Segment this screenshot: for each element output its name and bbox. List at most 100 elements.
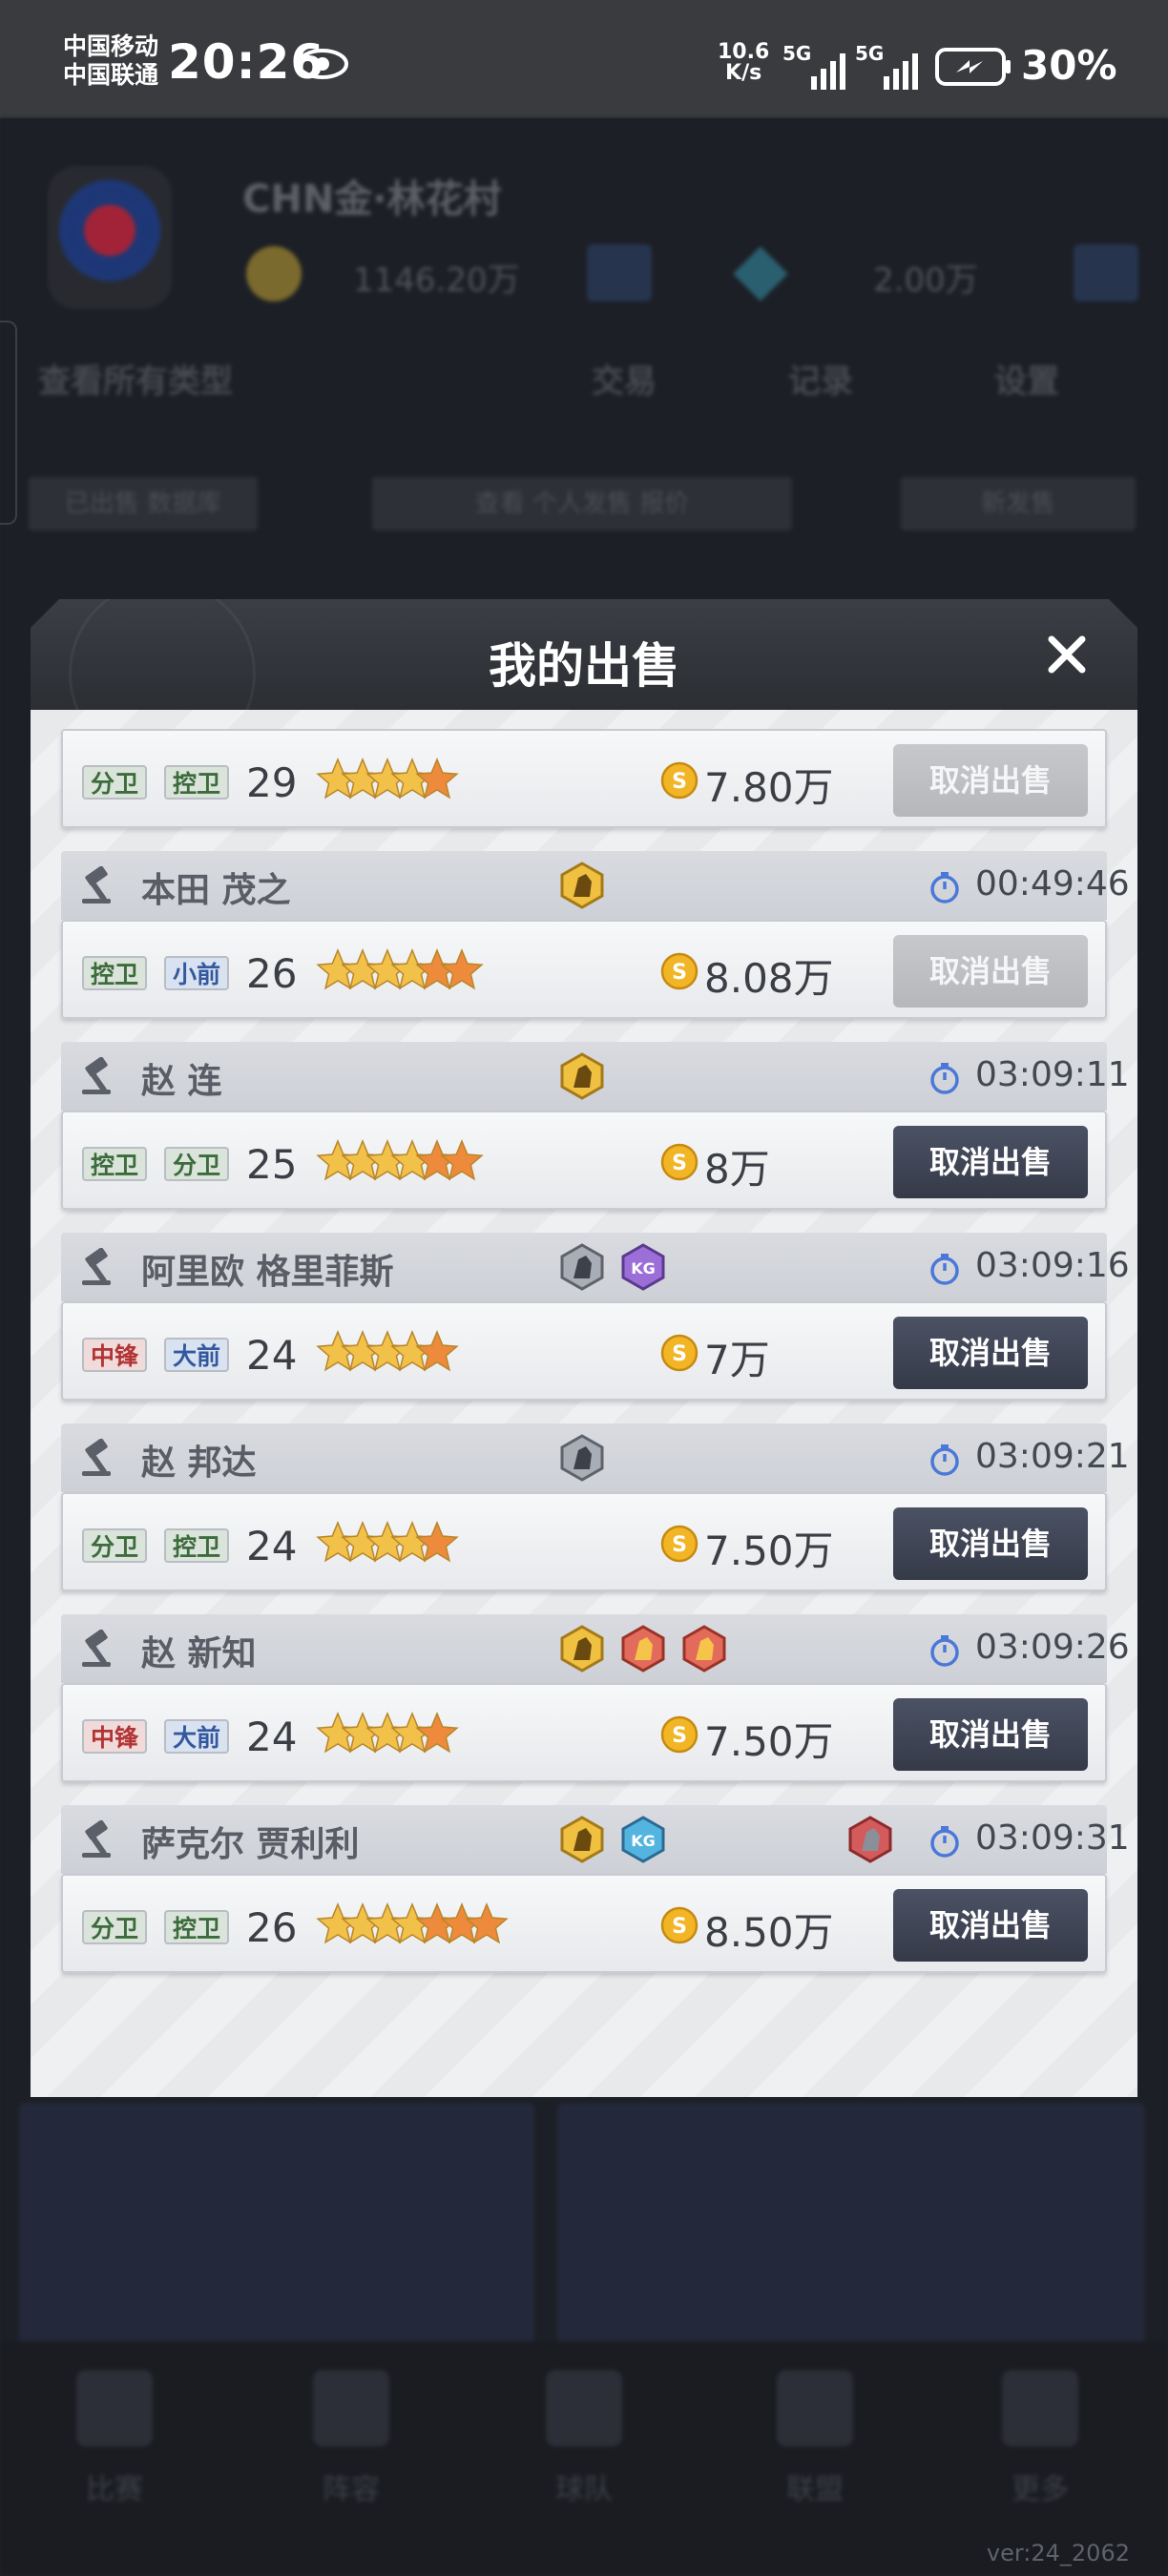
nav-item[interactable]: 阵容 [303,2370,399,2506]
net-speed-value: 10.6 [718,40,770,64]
coin-icon: S [660,1906,699,1944]
silver-player-badge [560,1243,604,1291]
status-bar: 中国移动 中国联通 20:26 10.6 K/s 5G 5G 30% [0,0,1168,118]
nav-item[interactable]: 球队 [536,2370,632,2506]
listing-row: 分卫 控卫 29 S 7.80万 取消出售 [61,729,1107,828]
player-age: 24 [246,1523,298,1569]
gavel-icon [82,866,111,904]
gavel-icon [82,1248,111,1285]
player-name: 萨克尔 贾利利 [141,1825,360,1864]
quote-tab[interactable]: 查看 个人发售 报价 [372,477,792,530]
time-remaining: 03:09:16 [975,1246,1130,1285]
listing-header: 赵 邦达 03:09:21 [61,1423,1130,1492]
add-coins-button[interactable] [587,244,652,301]
sale-price: 7.50万 [704,1527,834,1574]
listing-header: 赵 连 03:09:11 [61,1042,1130,1111]
position-tag: 控卫 [82,956,147,990]
nav-item[interactable]: 比赛 [67,2370,162,2506]
my-sales-dialog: 我的出售 分卫 控卫 29 S 7.80万 取消出售 本田 茂之 00:49:46 控卫 小前 26… [31,599,1137,2097]
time-remaining: 03:09:31 [975,1818,1130,1858]
position-tag: 控卫 [164,765,229,800]
svg-text:S: S [672,1915,687,1939]
rating-stars-icon [316,1712,459,1754]
close-icon[interactable] [1044,632,1090,677]
listing-row: 分卫 控卫 24 S 7.50万 取消出售 [61,1492,1107,1591]
gold-player-badge [560,1625,604,1672]
cancel-sale-button[interactable]: 取消出售 [893,1889,1088,1962]
nav-item[interactable]: 更多 [992,2370,1088,2506]
blue-kg-badge: KG [621,1816,665,1863]
trade-button[interactable]: 交易 [592,355,657,402]
player-age: 25 [246,1141,298,1188]
nav-item[interactable]: 联盟 [767,2370,863,2506]
position-tag: 分卫 [82,765,147,800]
new-sale-tab[interactable]: 新发售 [901,477,1136,530]
player-age: 26 [246,950,298,997]
sale-price: 8万 [704,1146,770,1193]
rating-stars-icon [316,758,459,800]
timer-icon [930,1444,959,1476]
red-fist-badge [621,1625,665,1672]
position-tag: 控卫 [82,1147,147,1181]
gold-player-badge [560,1052,604,1100]
svg-text:KG: KG [631,1832,656,1850]
rating-stars-icon [316,1139,484,1181]
side-drawer-handle[interactable] [0,321,17,525]
battery-percent: 30% [1021,42,1117,89]
player-name: 赵 连 [141,1062,222,1101]
carrier-labels: 中国移动 中国联通 [63,32,158,90]
svg-text:S: S [672,961,687,985]
cancel-sale-button[interactable]: 取消出售 [893,1507,1088,1580]
svg-text:S: S [672,770,687,794]
cancel-sale-button[interactable]: 取消出售 [893,744,1088,817]
cancel-sale-button[interactable]: 取消出售 [893,1126,1088,1198]
timer-icon [930,1254,959,1285]
silver-player-badge [560,1434,604,1482]
net-speed: 10.6 K/s [718,42,769,84]
version-label: ver:24_2062 [986,2540,1130,2566]
cancel-sale-button[interactable]: 取消出售 [893,1698,1088,1771]
listing-row: 分卫 控卫 26 S 8.50万 取消出售 [61,1874,1107,1973]
position-tag: 中锋 [82,1719,147,1754]
player-name: 本田 茂之 [141,871,291,910]
time-remaining: 03:09:21 [975,1437,1130,1476]
listing-row: 中锋 大前 24 S 7.50万 取消出售 [61,1683,1107,1782]
filter-dropdown[interactable]: 查看所有类型 [38,355,233,402]
player-name: 赵 邦达 [141,1444,257,1483]
gavel-icon [82,1820,111,1858]
settings-button[interactable]: 设置 [994,355,1059,402]
timer-icon [930,1063,959,1094]
gavel-icon [82,1057,111,1094]
sales-list[interactable]: 分卫 控卫 29 S 7.80万 取消出售 本田 茂之 00:49:46 控卫 小前 26 S 8.08… [31,710,1137,2097]
cancel-sale-button[interactable]: 取消出售 [893,1317,1088,1389]
timer-icon [930,872,959,904]
timer-icon [930,1635,959,1667]
time-remaining: 03:09:26 [975,1628,1130,1667]
diamond-icon [733,246,788,301]
position-tag: 大前 [164,1338,229,1372]
gavel-icon [82,1630,111,1667]
listing-header: 萨克尔 贾利利 KG 03:09:31 [61,1805,1130,1874]
net-speed-unit: K/s [725,61,762,85]
team-name: CHN金·林花村 [242,177,502,221]
purple-kg-badge: KG [621,1243,665,1291]
carrier-2: 中国联通 [63,61,159,89]
coin-icon: S [660,1715,699,1754]
eye-icon [297,49,348,79]
team-logo [48,166,172,309]
sale-price: 7.50万 [704,1718,834,1765]
coin-icon: S [660,1334,699,1372]
coin-balance: 1146.20万 [353,261,520,300]
svg-text:S: S [672,1533,687,1557]
sold-tab[interactable]: 已出售 数据库 [29,477,258,530]
rating-stars-icon [316,948,484,990]
listing-row: 中锋 大前 24 S 7万 取消出售 [61,1301,1107,1401]
position-tag: 大前 [164,1719,229,1754]
cancel-sale-button[interactable]: 取消出售 [893,935,1088,1008]
svg-text:S: S [672,1724,687,1748]
add-diamonds-button[interactable] [1074,244,1138,301]
position-tag: 分卫 [82,1910,147,1944]
records-button[interactable]: 记录 [788,355,853,402]
red-silver-player-badge [848,1816,892,1863]
time-remaining: 03:09:11 [975,1055,1130,1094]
